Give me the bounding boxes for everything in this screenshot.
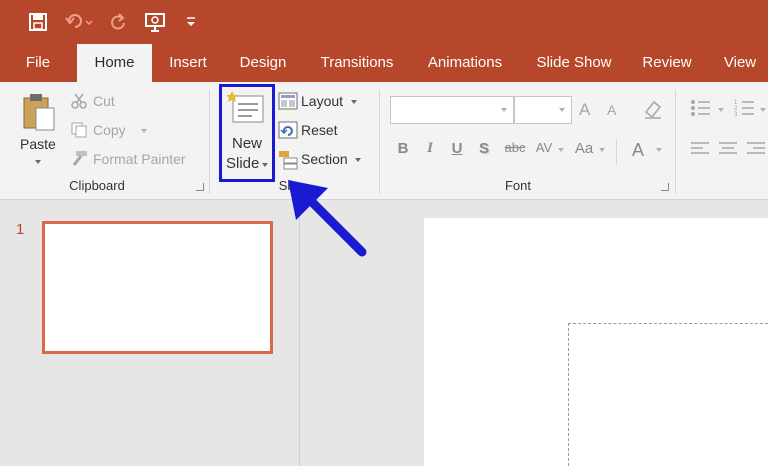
copy-button[interactable]: Copy [93, 122, 126, 138]
strikethrough-button[interactable]: abc [502, 140, 528, 155]
character-spacing-dropdown-icon[interactable] [558, 148, 564, 152]
section-dropdown-icon[interactable] [355, 158, 361, 162]
align-left-icon[interactable] [690, 140, 710, 163]
group-divider [379, 90, 380, 194]
svg-text:3: 3 [734, 112, 738, 118]
numbering-dropdown-icon[interactable] [760, 108, 766, 112]
tab-animations[interactable]: Animations [418, 44, 512, 82]
copy-icon[interactable] [70, 121, 88, 144]
slide-number: 1 [16, 221, 25, 238]
cut-button[interactable]: Cut [93, 93, 115, 109]
start-from-beginning-icon[interactable] [143, 10, 169, 34]
tab-view[interactable]: View [714, 44, 766, 82]
bullets-icon[interactable] [690, 98, 712, 123]
pointer-arrow-icon [288, 180, 367, 257]
font-size-input[interactable] [514, 96, 572, 124]
font-launcher-icon[interactable] [661, 183, 669, 191]
tab-review[interactable]: Review [636, 44, 698, 82]
align-right-icon[interactable] [746, 140, 766, 163]
paste-button[interactable]: Paste [20, 136, 56, 152]
tab-file[interactable]: File [14, 44, 62, 82]
layout-dropdown-icon[interactable] [351, 100, 357, 104]
save-icon[interactable] [26, 10, 50, 34]
bold-button[interactable]: B [395, 140, 411, 157]
font-color-button[interactable]: A [629, 140, 647, 161]
customize-qat-icon[interactable] [184, 10, 198, 34]
clipboard-launcher-icon[interactable] [196, 183, 204, 191]
tab-design[interactable]: Design [230, 44, 296, 82]
change-case-button[interactable]: Aa [572, 140, 596, 157]
ribbon-tabs: File Home Insert Design Transitions Anim… [0, 44, 768, 84]
reset-icon[interactable] [278, 121, 298, 144]
group-divider [675, 90, 676, 194]
underline-button[interactable]: U [449, 140, 465, 157]
paste-dropdown-icon[interactable] [35, 160, 41, 164]
font-color-dropdown-icon[interactable] [656, 148, 662, 152]
italic-button[interactable]: I [422, 140, 438, 157]
tab-transitions[interactable]: Transitions [312, 44, 402, 82]
paste-icon[interactable] [20, 92, 60, 137]
copy-dropdown-icon[interactable] [141, 129, 147, 133]
clear-formatting-icon[interactable] [642, 98, 664, 125]
cut-icon[interactable] [70, 92, 88, 115]
layout-icon[interactable] [278, 92, 298, 115]
ribbon-home: Paste Cut Copy Format Painter Clipboard … [0, 82, 768, 200]
new-slide-highlight [219, 84, 275, 182]
grow-font-button[interactable]: A [579, 100, 590, 120]
change-case-dropdown-icon[interactable] [599, 148, 605, 152]
section-button[interactable]: Section [301, 151, 348, 167]
format-painter-icon[interactable] [70, 150, 88, 173]
reset-button[interactable]: Reset [301, 122, 338, 138]
align-center-icon[interactable] [718, 140, 738, 163]
redo-icon[interactable] [106, 10, 130, 34]
layout-button[interactable]: Layout [301, 93, 343, 109]
content-placeholder[interactable] [568, 323, 768, 466]
font-name-input[interactable] [390, 96, 514, 124]
slide-thumbnail[interactable] [42, 221, 273, 354]
numbering-icon[interactable]: 123 [734, 98, 756, 123]
tab-home[interactable]: Home [77, 44, 152, 84]
tab-slide-show[interactable]: Slide Show [528, 44, 620, 82]
section-icon[interactable] [278, 150, 298, 175]
font-group-label: Font [504, 178, 531, 193]
shrink-font-button[interactable]: A [607, 102, 616, 118]
format-painter-button[interactable]: Format Painter [93, 151, 186, 167]
undo-icon[interactable] [63, 10, 97, 34]
group-divider [209, 90, 210, 194]
font-inner-divider [616, 140, 617, 164]
bullets-dropdown-icon[interactable] [718, 108, 724, 112]
quick-access-toolbar [0, 0, 768, 44]
font-size-dropdown-icon[interactable] [559, 108, 565, 112]
character-spacing-button[interactable]: AV [532, 140, 556, 155]
font-name-dropdown-icon[interactable] [501, 108, 507, 112]
clipboard-group-label: Clipboard [69, 178, 125, 193]
tab-insert[interactable]: Insert [162, 44, 214, 82]
shadow-button[interactable]: S [476, 140, 492, 157]
powerpoint-window: File Home Insert Design Transitions Anim… [0, 0, 768, 466]
